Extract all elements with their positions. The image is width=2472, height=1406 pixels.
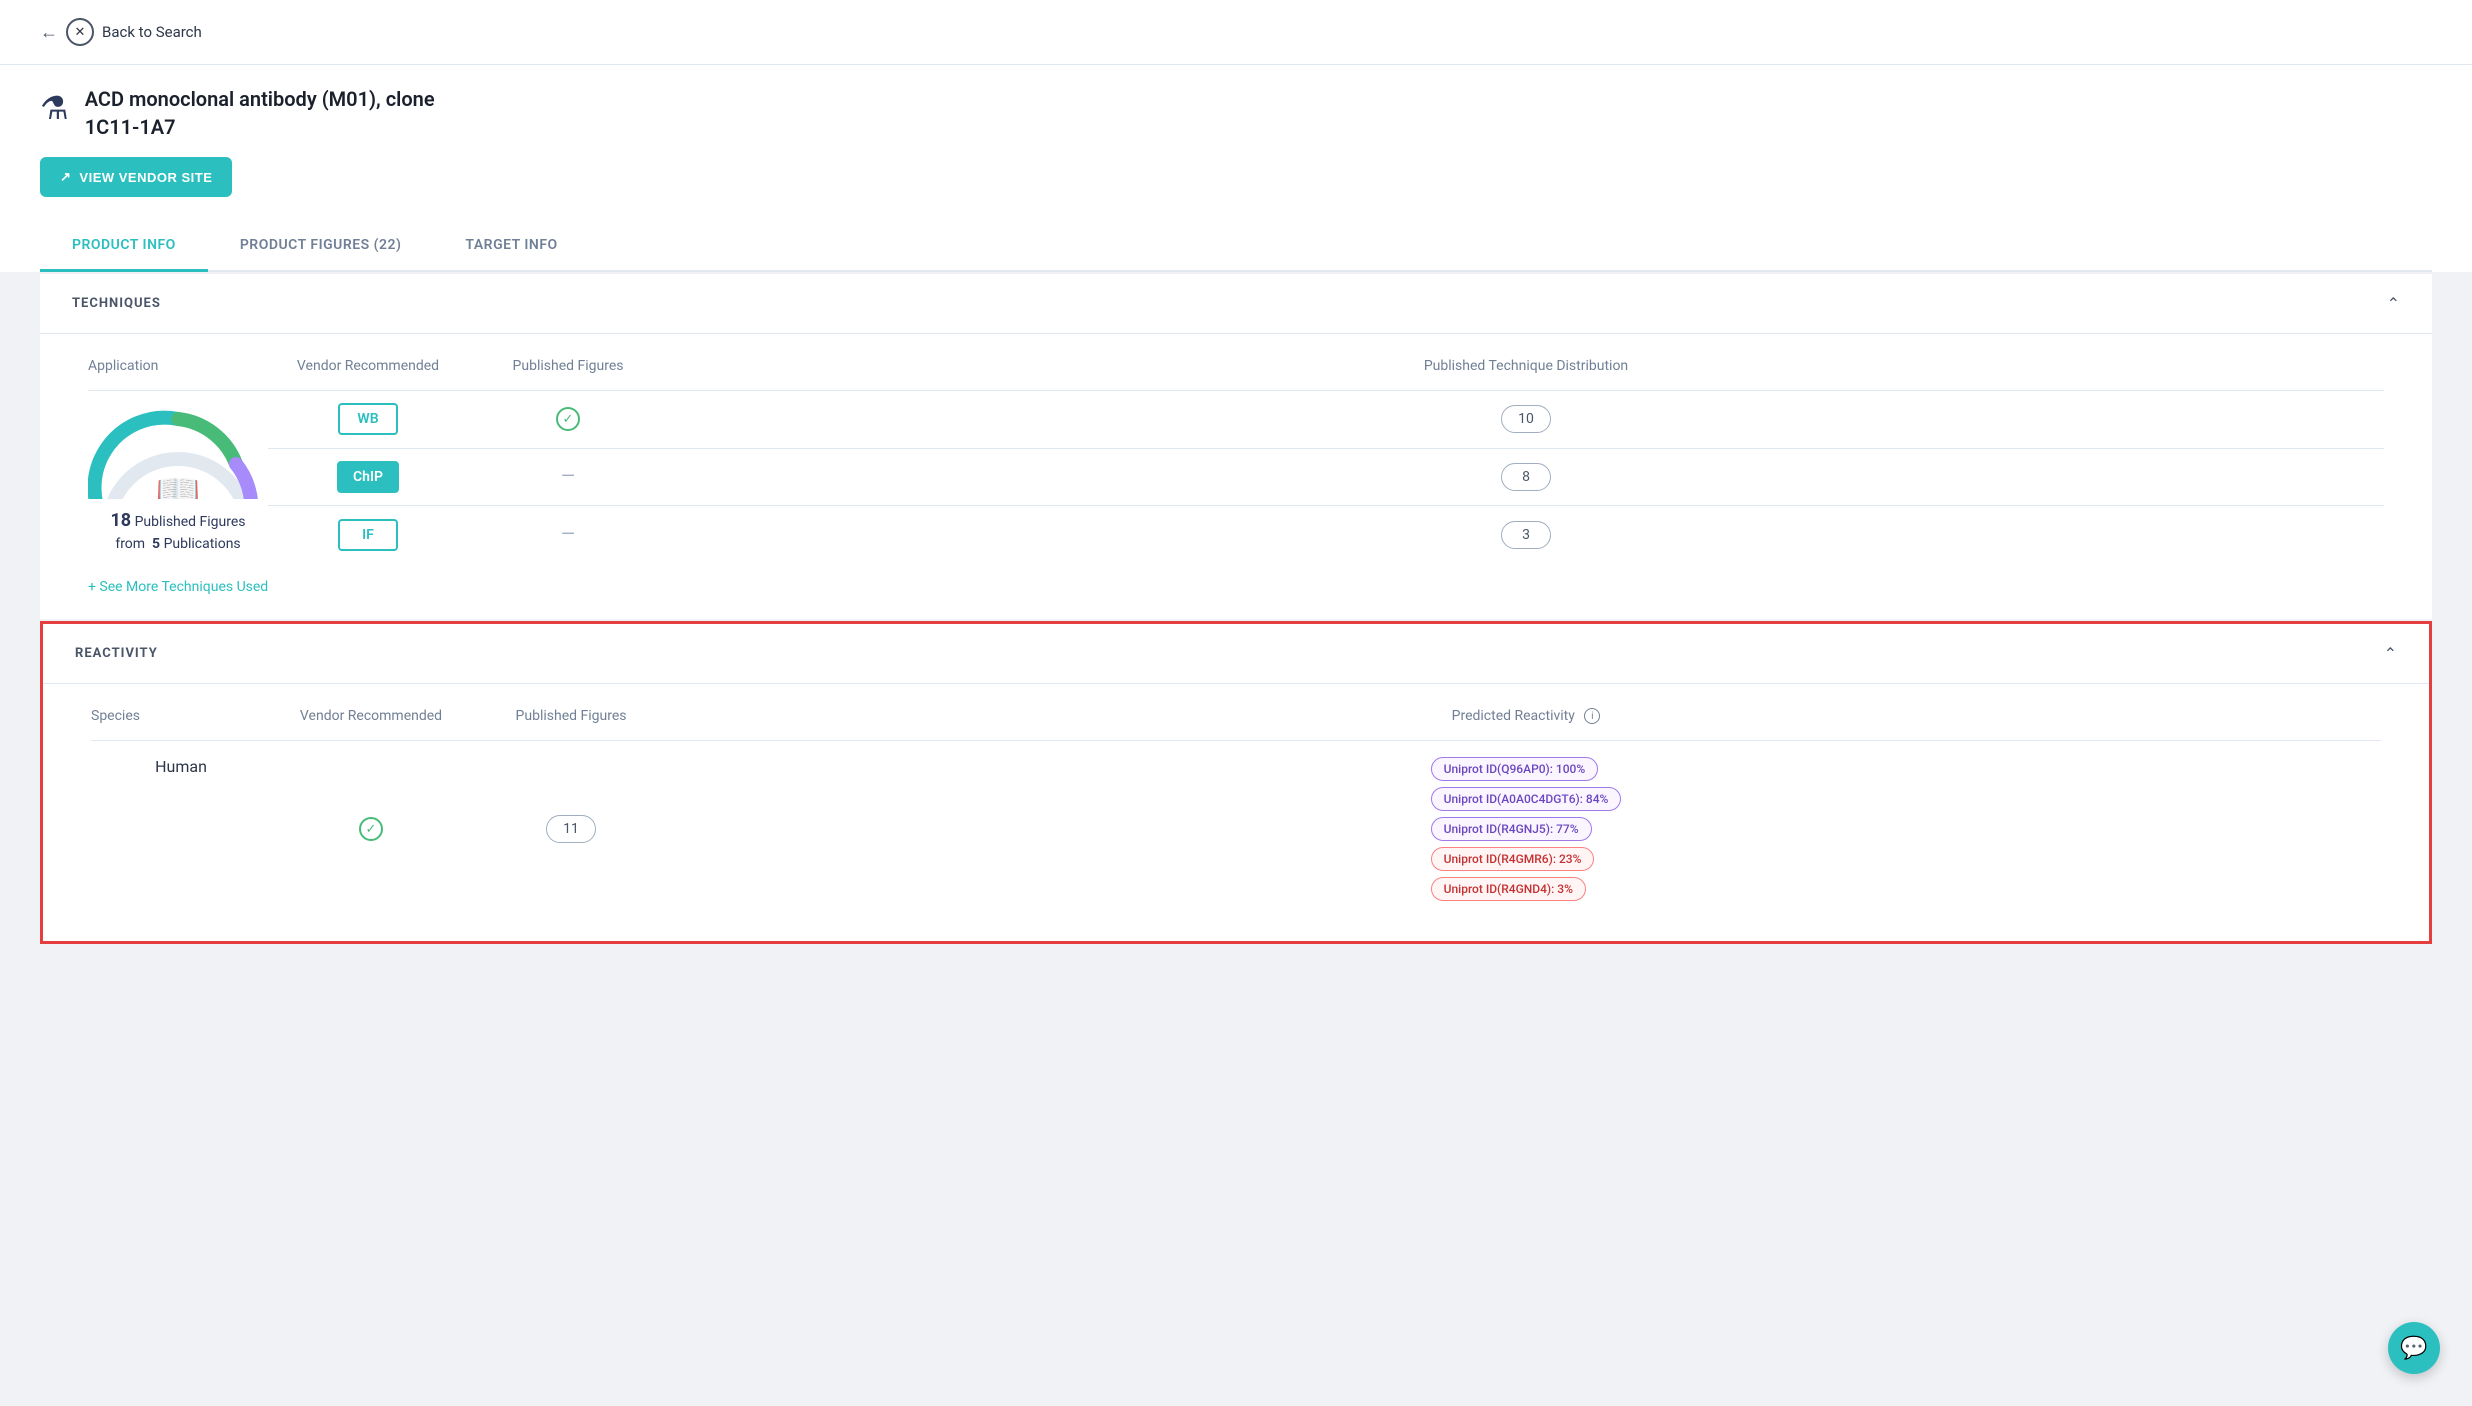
techniques-body: Application Vendor Recommended Published… [40,334,2432,619]
predicted-reactivity-info-icon[interactable]: i [1584,708,1600,724]
tab-product-info[interactable]: PRODUCT INFO [40,221,208,272]
external-link-icon: ↗ [60,169,71,185]
dash-if: — [561,524,575,545]
techniques-section-header[interactable]: TECHNIQUES ⌃ [40,274,2432,334]
technique-cell-vendor-wb: ✓ [468,390,668,448]
col-header-vendor-rec: Vendor Recommended [268,358,468,390]
back-label: Back to Search [102,23,202,41]
product-name: ACD monoclonal antibody (M01), clone 1C1… [85,85,435,141]
technique-cell-vendor-chip: — [468,448,668,506]
reactivity-title: REACTIVITY [75,646,158,661]
reactivity-section: REACTIVITY ⌃ Species Vendor Recommended … [40,621,2432,944]
figure-badge-if: 3 [1501,521,1551,549]
reactivity-section-header[interactable]: REACTIVITY ⌃ [43,624,2429,684]
col-header-distribution: Published Technique Distribution [668,358,2384,390]
technique-cell-figures-chip: 8 [668,448,2384,506]
product-title-row: ⚗ ACD monoclonal antibody (M01), clone 1… [40,85,2432,141]
reactivity-cell-species-human: Human [91,740,271,917]
check-icon-wb: ✓ [556,407,580,431]
figure-badge-human: 11 [546,815,596,843]
pred-badge-2: Uniprot ID(R4GNJ5): 77% [1431,817,1592,841]
antibody-icon: ⚗ [40,89,69,127]
pred-badge-3: Uniprot ID(R4GMR6): 23% [1431,847,1595,871]
species-human-label: Human [155,757,207,776]
pred-badge-1: Uniprot ID(A0A0C4DGT6): 84% [1431,787,1622,811]
reactivity-cell-figures-human: 11 [471,740,671,917]
published-figures-summary: 18 Published Figures from 5 Publications [110,507,245,555]
donut-chart: 📖 [88,399,268,499]
dash-chip: — [561,466,575,487]
back-icon-circle: ✕ [66,18,94,46]
col-header-application: Application [88,358,268,390]
tab-product-figures[interactable]: PRODUCT FIGURES (22) [208,221,434,272]
techniques-title: TECHNIQUES [72,296,161,311]
technique-cell-app-if: IF [268,505,468,563]
col-header-pub-figures: Published Figures [468,358,668,390]
reactivity-chevron-icon: ⌃ [2384,644,2397,663]
app-badge-wb: WB [338,403,398,435]
technique-cell-figures-if: 3 [668,505,2384,563]
reactivity-cell-predicted-human: Uniprot ID(Q96AP0): 100% Uniprot ID(A0A0… [671,740,2381,917]
reactivity-col-species: Species [91,708,271,740]
reactivity-col-figures: Published Figures [471,708,671,740]
app-badge-if: IF [338,519,398,551]
reactivity-cell-vendor-human: ✓ [271,740,471,917]
technique-cell-vendor-if: — [468,505,668,563]
tab-target-info[interactable]: TARGET INFO [433,221,589,272]
svg-text:📖: 📖 [156,471,201,499]
tab-bar: PRODUCT INFO PRODUCT FIGURES (22) TARGET… [40,221,2432,272]
back-link[interactable]: ← ✕ Back to Search [40,18,202,46]
reactivity-body: Species Vendor Recommended Published Fig… [43,684,2429,941]
chat-icon: 💬 [2400,1336,2427,1361]
see-more-techniques-link[interactable]: + See More Techniques Used [88,579,268,595]
technique-cell-app-chip: ChIP [268,448,468,506]
pred-badge-4: Uniprot ID(R4GND4): 3% [1431,877,1586,901]
technique-cell-app-wb: WB [268,390,468,448]
reactivity-col-vendor: Vendor Recommended [271,708,471,740]
predicted-badges-human: Uniprot ID(Q96AP0): 100% Uniprot ID(A0A0… [1431,757,1622,901]
technique-cell-figures-wb: 10 [668,390,2384,448]
techniques-chevron-icon: ⌃ [2387,294,2400,313]
chat-button[interactable]: 💬 [2388,1322,2440,1374]
distribution-chart-cell: 📖 18 Published Figures from 5 Publicati [88,390,268,563]
figure-badge-chip: 8 [1501,463,1551,491]
reactivity-col-predicted: Predicted Reactivity i [671,708,2381,740]
view-vendor-button[interactable]: ↗ VIEW VENDOR SITE [40,157,232,197]
figure-badge-wb: 10 [1501,405,1551,433]
check-icon-human: ✓ [359,817,383,841]
app-badge-chip: ChIP [337,461,399,493]
back-arrow-icon: ← [40,22,58,43]
pred-badge-0: Uniprot ID(Q96AP0): 100% [1431,757,1599,781]
